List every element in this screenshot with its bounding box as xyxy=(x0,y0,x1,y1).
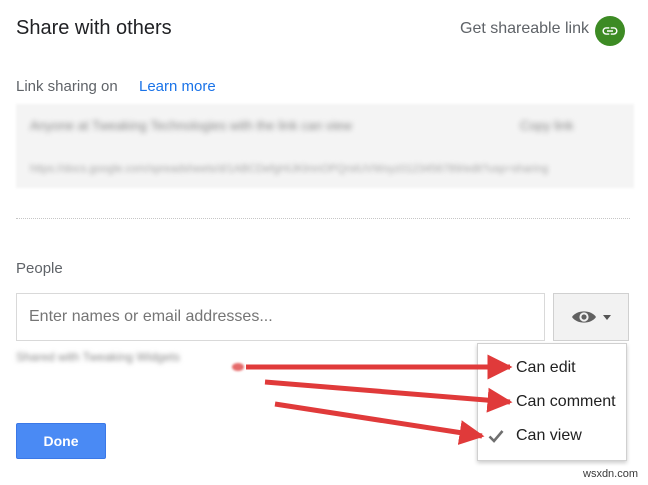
shared-with-text: Shared with Tweaking Widgets xyxy=(16,350,180,364)
menu-item-label: Can edit xyxy=(516,359,576,376)
blurred-link-panel xyxy=(16,104,634,188)
section-divider xyxy=(16,218,630,219)
watermark: wsxdn.com xyxy=(583,468,639,480)
get-shareable-link-button[interactable]: Get shareable link xyxy=(460,20,589,38)
check-icon xyxy=(488,430,504,443)
menu-item-can-edit[interactable]: Can edit xyxy=(478,352,626,384)
people-label: People xyxy=(16,260,63,277)
permission-menu: Can edit Can comment Can view xyxy=(477,343,627,461)
chevron-down-icon xyxy=(603,314,611,320)
arrow-to-can-comment xyxy=(264,379,513,413)
link-sharing-status: Link sharing on xyxy=(16,78,118,95)
done-button[interactable]: Done xyxy=(16,423,106,459)
menu-item-can-comment[interactable]: Can comment xyxy=(478,386,626,418)
menu-item-label: Can view xyxy=(516,427,582,444)
arrow-to-can-view xyxy=(274,401,485,445)
eye-icon xyxy=(572,311,596,323)
people-input[interactable] xyxy=(16,293,545,341)
menu-item-label: Can comment xyxy=(516,393,616,410)
learn-more-link[interactable]: Learn more xyxy=(139,78,216,95)
permission-dropdown-button[interactable] xyxy=(553,293,629,341)
copy-link-button[interactable]: Copy link xyxy=(520,118,573,133)
link-access-option[interactable]: Anyone at Tweaking Technologies with the… xyxy=(30,118,352,133)
dialog-title: Share with others xyxy=(16,17,172,39)
menu-item-can-view[interactable]: Can view xyxy=(478,420,626,452)
share-url: https://docs.google.com/spreadsheets/d/1… xyxy=(30,163,549,175)
link-icon[interactable] xyxy=(595,16,625,46)
